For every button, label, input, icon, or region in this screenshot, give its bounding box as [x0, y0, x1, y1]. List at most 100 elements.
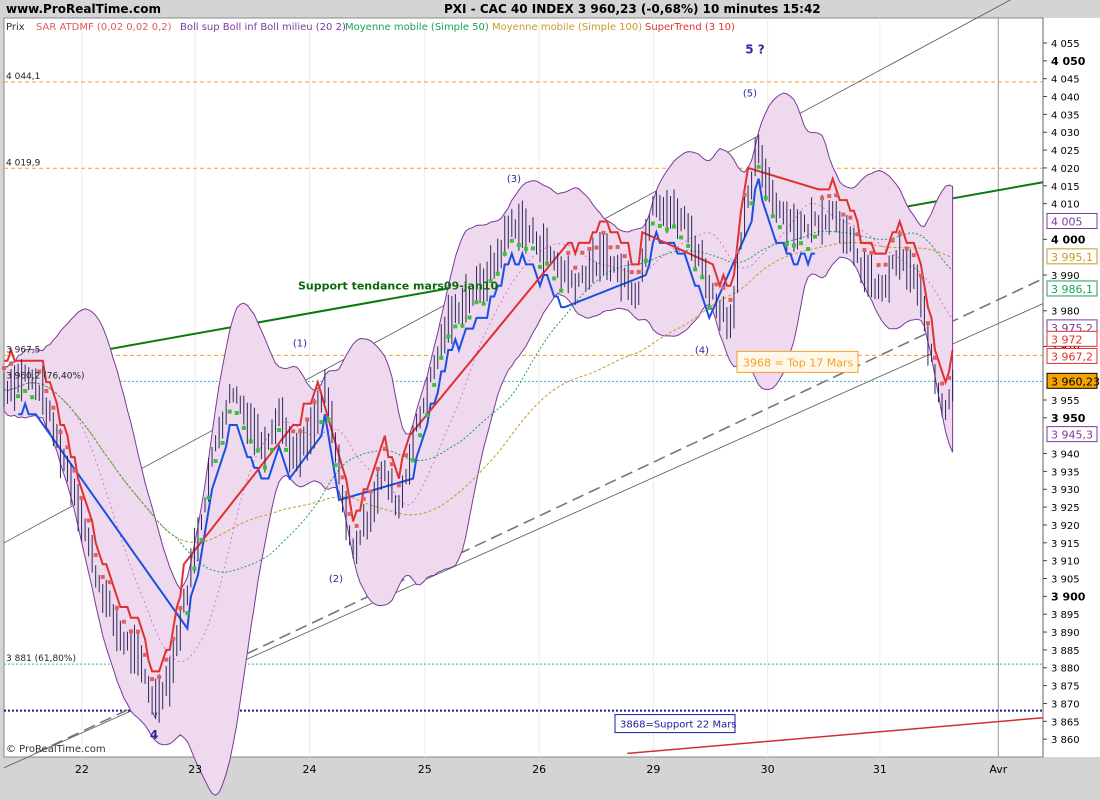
price-box-label: 3 945,3	[1051, 429, 1093, 442]
sar-dot	[890, 238, 895, 243]
y-tick-label: 4 000	[1051, 233, 1086, 246]
legend-item[interactable]: Moyenne mobile (Simple 100)	[492, 22, 642, 33]
sar-dot	[460, 323, 465, 328]
price-chart[interactable]: 4 044,1 4 019,9 3 967,5 3 960,2 (76,40%) 3 8…	[0, 0, 1100, 800]
sar-dot	[862, 248, 867, 253]
level-label: 4 019,9	[6, 158, 41, 168]
legend-item[interactable]: Moyenne mobile (Simple 50)	[345, 22, 489, 33]
sar-dot	[728, 297, 733, 302]
sar-dot	[333, 463, 338, 468]
sar-dot	[411, 458, 416, 463]
y-tick-label: 3 955	[1051, 396, 1080, 407]
sar-dot	[615, 245, 620, 250]
sar-dot	[573, 265, 578, 270]
sar-dot	[150, 677, 155, 682]
wave-label: 4	[150, 728, 158, 742]
y-tick-label: 4 025	[1051, 146, 1080, 157]
y-tick-label: 4 040	[1051, 93, 1080, 104]
y-tick-label: 3 880	[1051, 664, 1080, 675]
sar-dot	[650, 221, 655, 226]
sar-dot	[502, 251, 507, 256]
x-tick-label: 22	[75, 763, 89, 776]
legend-item[interactable]: SuperTrend (3 10)	[645, 22, 735, 33]
sar-dot	[446, 334, 451, 339]
y-tick-label: 3 870	[1051, 699, 1080, 710]
sar-dot	[530, 246, 535, 251]
x-tick-label: 23	[188, 763, 202, 776]
sar-dot	[784, 241, 789, 246]
price-box-label: 4 005	[1051, 215, 1083, 228]
sar-dot	[700, 275, 705, 280]
sar-dot	[192, 566, 197, 571]
sar-dot	[199, 538, 204, 543]
y-tick-label: 4 050	[1051, 55, 1086, 68]
sar-dot	[326, 417, 331, 422]
y-tick-label: 3 950	[1051, 412, 1086, 425]
sar-dot	[368, 489, 373, 494]
sar-dot	[686, 243, 691, 248]
sar-dot	[425, 413, 430, 418]
sar-dot	[834, 193, 839, 198]
y-tick-label: 3 930	[1051, 485, 1080, 496]
sar-dot	[495, 271, 500, 276]
sar-dot	[51, 405, 56, 410]
sar-dot	[2, 366, 6, 371]
sar-dot	[157, 675, 162, 680]
sar-dot	[114, 605, 119, 610]
sar-dot	[664, 227, 669, 232]
legend-item[interactable]: SAR ATDMF (0,02 0,02 0,2)	[36, 22, 172, 33]
sar-dot	[255, 448, 260, 453]
sar-dot	[291, 429, 296, 434]
sar-dot	[65, 445, 70, 450]
wave-label: (3)	[507, 174, 521, 185]
sar-dot	[869, 250, 874, 255]
y-tick-label: 3 915	[1051, 539, 1080, 550]
x-tick-label: 31	[873, 763, 887, 776]
sar-dot	[911, 253, 916, 258]
wave-label: (2)	[329, 574, 343, 585]
sar-dot	[827, 194, 832, 199]
sar-dot	[248, 439, 253, 444]
sar-dot	[580, 250, 585, 255]
y-tick-label: 4 055	[1051, 39, 1080, 50]
y-tick-label: 4 020	[1051, 164, 1080, 175]
sar-dot	[932, 355, 937, 360]
sar-dot	[622, 254, 627, 259]
sar-dot	[396, 483, 401, 488]
y-tick-label: 3 910	[1051, 557, 1080, 568]
sar-dot	[277, 428, 282, 433]
sar-dot	[86, 518, 91, 523]
sar-dot	[841, 212, 846, 217]
sar-dot	[566, 250, 571, 255]
sar-dot	[820, 196, 825, 201]
sar-dot	[523, 246, 528, 251]
sar-dot	[742, 192, 747, 197]
sar-dot	[418, 433, 423, 438]
legend-price-label: Prix	[6, 22, 25, 33]
sar-dot	[143, 652, 148, 657]
sar-dot	[128, 629, 133, 634]
sar-dot	[164, 657, 169, 662]
level-label: 3 967,5	[6, 345, 40, 355]
sar-dot	[481, 301, 486, 306]
legend-item[interactable]: Boll sup Boll inf Boll milieu (20 2)	[180, 22, 346, 33]
sar-dot	[220, 440, 225, 445]
sar-dot	[883, 262, 888, 267]
support-22-mars-label: 3868=Support 22 Mars	[620, 720, 737, 731]
y-tick-label: 3 980	[1051, 307, 1080, 318]
x-tick-label: 29	[646, 763, 660, 776]
sar-dot	[284, 447, 289, 452]
y-tick-label: 3 875	[1051, 682, 1080, 693]
sar-dot	[439, 355, 444, 360]
sar-dot	[347, 511, 352, 516]
x-tick-label: 25	[418, 763, 432, 776]
sar-dot	[798, 241, 803, 246]
sar-dot	[100, 575, 105, 580]
sar-dot	[693, 267, 698, 272]
price-box-label: 3 972	[1051, 333, 1083, 346]
sar-dot	[538, 264, 543, 269]
sar-dot	[453, 324, 458, 329]
sar-dot	[608, 245, 613, 250]
sar-dot	[947, 375, 952, 380]
sar-dot	[679, 235, 684, 240]
